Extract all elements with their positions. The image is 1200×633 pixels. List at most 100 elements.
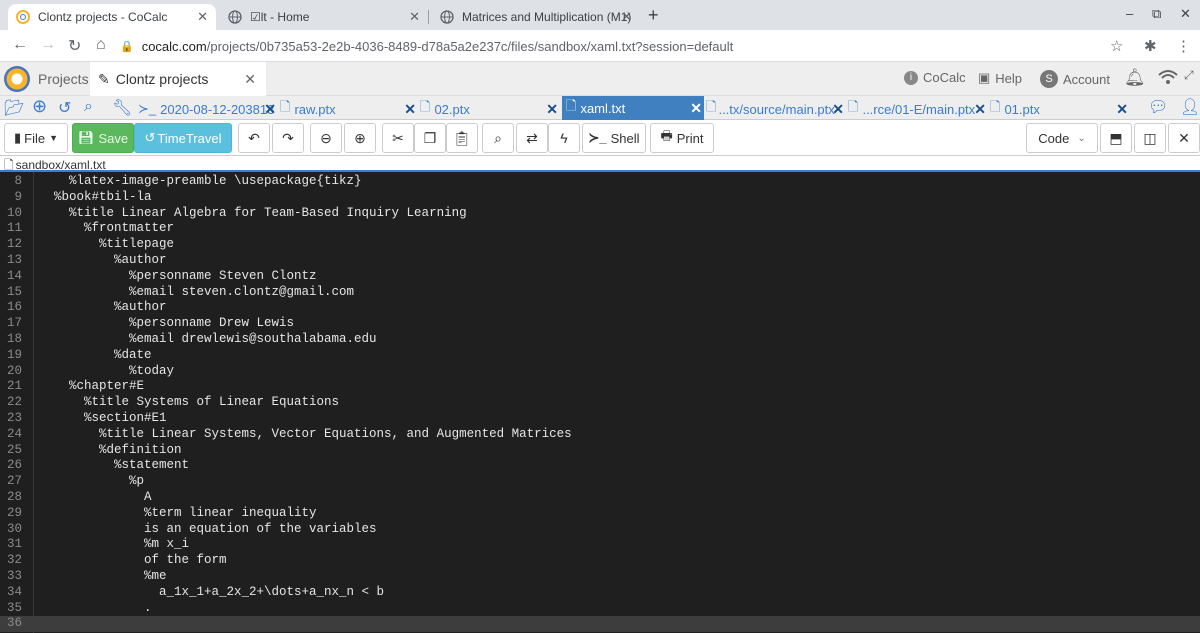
code-line[interactable]: 20 %today (0, 364, 1200, 380)
file-tab-raw[interactable]: 🗋︎ raw.ptx ✕ (280, 98, 418, 120)
close-icon[interactable]: ✕ (244, 71, 256, 88)
file-menu-button[interactable]: ▮ File ▼ (4, 123, 68, 153)
cocalc-link[interactable]: i CoCalc (904, 70, 966, 85)
code-line[interactable]: 22 %title Systems of Linear Equations (0, 395, 1200, 411)
wifi-icon[interactable] (1158, 69, 1178, 85)
new-file-icon[interactable]: ⊕ (32, 96, 47, 117)
code-line[interactable]: 32 of the form (0, 553, 1200, 569)
project-tab-clontz[interactable]: ✎ Clontz projects ✕ (90, 62, 266, 96)
close-icon[interactable]: ✕ (264, 101, 276, 118)
file-tab-source-main[interactable]: 🗋︎ ...tx/source/main.ptx ✕ (706, 98, 846, 120)
code-line[interactable]: 19 %date (0, 348, 1200, 364)
fullscreen-icon[interactable]: ⤢ (1184, 68, 1194, 83)
zoom-out-button[interactable]: ⊖ (310, 123, 342, 153)
file-tab-01e-main[interactable]: 🗋︎ ...rce/01-E/main.ptx ✕ (848, 98, 988, 120)
close-frame-button[interactable]: ✕ (1168, 123, 1200, 153)
extensions-puzzle-icon[interactable]: ✱ (1144, 37, 1157, 55)
file-tab-01[interactable]: 🗋︎ 01.ptx ✕ (990, 98, 1130, 120)
code-line[interactable]: 30 is an equation of the variables (0, 522, 1200, 538)
code-line[interactable]: 18 %email drewlewis@southalabama.edu (0, 332, 1200, 348)
editor-mode-select[interactable]: Code ⌄ (1026, 123, 1098, 153)
forward-arrow-icon[interactable]: → (40, 36, 56, 54)
code-line[interactable]: 13 %author (0, 253, 1200, 269)
code-line[interactable]: 21 %chapter#E (0, 379, 1200, 395)
bell-icon[interactable]: 🔔︎ (1124, 68, 1146, 88)
code-line[interactable]: 16 %author (0, 300, 1200, 316)
split-vertical-button[interactable]: ◫ (1134, 123, 1166, 153)
maximize-button[interactable]: ⧉ (1152, 6, 1161, 22)
browser-tab-cocalc[interactable]: Clontz projects - CoCalc ✕ (8, 4, 216, 30)
copy-button[interactable]: ❐ (414, 123, 446, 153)
history-icon[interactable]: ↺ (58, 98, 71, 118)
cocalc-logo[interactable] (4, 66, 30, 92)
close-icon[interactable]: ✕ (409, 9, 420, 25)
user-icon[interactable]: 👤︎ (1180, 97, 1200, 117)
browser-tab-matrices[interactable]: Matrices and Multiplication (M1) ✕ (432, 4, 640, 30)
file-tab-xaml[interactable]: 🗋︎ xaml.txt ✕ (562, 96, 704, 120)
close-icon[interactable]: ✕ (832, 101, 844, 118)
minimize-button[interactable]: – (1126, 6, 1133, 21)
close-icon[interactable]: ✕ (690, 100, 702, 117)
undo-button[interactable]: ↶ (238, 123, 270, 153)
code-line[interactable]: 26 %statement (0, 458, 1200, 474)
url-field[interactable]: 🔒 cocalc.com/projects/0b735a53-2e2b-4036… (120, 34, 1140, 58)
paste-button[interactable]: 📋︎ (446, 123, 478, 153)
code-line[interactable]: 35 . (0, 601, 1200, 617)
code-line[interactable]: 14 %personname Steven Clontz (0, 269, 1200, 285)
folder-open-icon[interactable]: 📂︎ (4, 98, 24, 118)
replace-button[interactable]: ⇄ (516, 123, 548, 153)
code-line[interactable]: 31 %m x_i (0, 537, 1200, 553)
search-icon[interactable]: ⌕ (84, 98, 93, 116)
code-line[interactable]: 12 %titlepage (0, 237, 1200, 253)
browser-tab-home[interactable]: ☑lt - Home ✕ (220, 4, 429, 30)
close-icon[interactable]: ✕ (974, 101, 986, 118)
shell-button[interactable]: ≻_ Shell (582, 123, 646, 153)
code-line[interactable]: 28 A (0, 490, 1200, 506)
code-line[interactable]: 17 %personname Drew Lewis (0, 316, 1200, 332)
code-line[interactable]: 23 %section#E1 (0, 411, 1200, 427)
code-editor[interactable]: 8 %latex-image-preamble \usepackage{tikz… (0, 172, 1200, 633)
code-line[interactable]: 36 (0, 616, 1200, 633)
file-tab-terminal[interactable]: ≻_ 2020-08-12-203813 ✕ (138, 98, 278, 120)
browser-tab-title: Clontz projects - CoCalc (38, 10, 168, 24)
new-tab-button[interactable]: + (648, 5, 659, 26)
chat-icon[interactable]: 💬︎ (1148, 97, 1168, 117)
search-icon: ⌕ (494, 129, 502, 146)
redo-button[interactable]: ↷ (272, 123, 304, 153)
code-line[interactable]: 9 %book#tbil-la (0, 190, 1200, 206)
back-arrow-icon[interactable]: ← (12, 36, 28, 54)
code-line[interactable]: 34 a_1x_1+a_2x_2+\dots+a_nx_n < b (0, 585, 1200, 601)
projects-tab[interactable]: Projects (32, 62, 89, 96)
browser-menu-icon[interactable]: ⋮ (1176, 37, 1191, 55)
format-button[interactable]: ϟ (548, 123, 580, 153)
save-button[interactable]: 💾︎ Save (72, 123, 134, 153)
file-tab-02[interactable]: 🗋︎ 02.ptx ✕ (420, 98, 560, 120)
code-line[interactable]: 8 %latex-image-preamble \usepackage{tikz… (0, 174, 1200, 190)
code-line[interactable]: 27 %p (0, 474, 1200, 490)
code-line[interactable]: 11 %frontmatter (0, 221, 1200, 237)
close-icon[interactable]: ✕ (404, 101, 416, 118)
code-line[interactable]: 15 %email steven.clontz@gmail.com (0, 285, 1200, 301)
print-button[interactable]: 🖶︎ Print (650, 123, 714, 153)
help-link[interactable]: ▣ Help (978, 70, 1022, 86)
close-icon[interactable]: ✕ (1116, 101, 1128, 118)
home-icon[interactable]: ⌂ (96, 36, 106, 54)
code-line[interactable]: 25 %definition (0, 443, 1200, 459)
code-line[interactable]: 33 %me (0, 569, 1200, 585)
bookmark-star-icon[interactable]: ☆ (1110, 37, 1123, 55)
close-icon[interactable]: ✕ (621, 9, 632, 25)
close-icon[interactable]: ✕ (546, 101, 558, 118)
find-button[interactable]: ⌕ (482, 123, 514, 153)
split-horizontal-button[interactable]: ⬒ (1100, 123, 1132, 153)
code-line[interactable]: 10 %title Linear Algebra for Team-Based … (0, 206, 1200, 222)
cut-button[interactable]: ✂ (382, 123, 414, 153)
window-close-button[interactable]: ✕ (1180, 6, 1191, 22)
code-line[interactable]: 29 %term linear inequality (0, 506, 1200, 522)
code-line[interactable]: 24 %title Linear Systems, Vector Equatio… (0, 427, 1200, 443)
account-link[interactable]: S Account (1040, 70, 1110, 88)
wrench-icon[interactable]: 🔧︎ (112, 98, 132, 118)
reload-icon[interactable]: ↻ (68, 36, 81, 56)
close-icon[interactable]: ✕ (197, 9, 208, 25)
zoom-in-button[interactable]: ⊕ (344, 123, 376, 153)
timetravel-button[interactable]: ↺ TimeTravel (134, 123, 232, 153)
